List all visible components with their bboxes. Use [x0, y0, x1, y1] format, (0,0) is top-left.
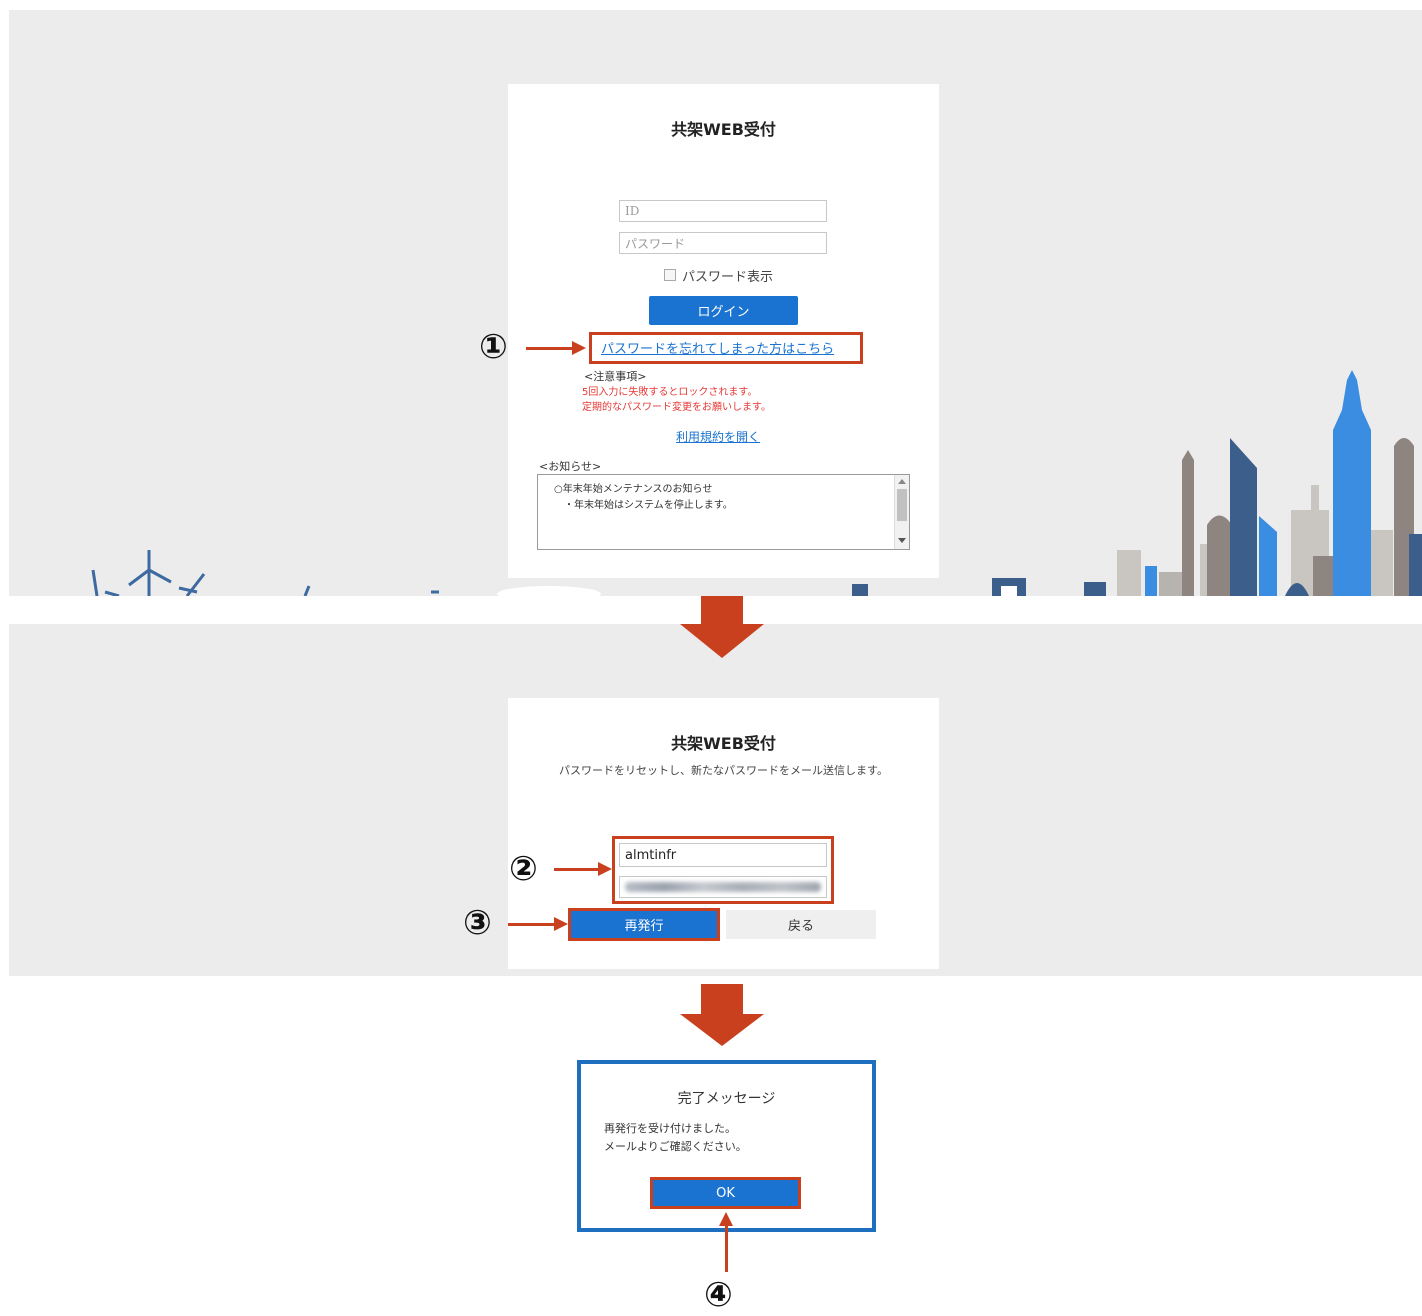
callout-1-arrow-line [526, 347, 574, 350]
callout-3: ③ [463, 903, 492, 943]
flow-arrow-1-join [701, 624, 743, 626]
notice-line-2: ・年末年始はシステムを停止します。 [564, 500, 733, 511]
dialog-message-line-1: 再発行を受け付けました。 [604, 1122, 736, 1135]
notice-line-1: ○年末年始メンテナンスのお知らせ [554, 484, 713, 495]
caution-line-1: 5回入力に失敗するとロックされます。 [582, 387, 758, 398]
caution-line-2: 定期的なパスワード変更をお願いします。 [582, 402, 771, 413]
flow-arrow-1-tip [680, 624, 764, 658]
show-password-checkbox[interactable] [664, 269, 676, 281]
password-field[interactable]: パスワード [619, 232, 827, 254]
callout-2-arrowhead [598, 862, 612, 876]
scroll-up-icon[interactable] [898, 479, 906, 484]
login-button[interactable]: ログイン [649, 296, 798, 325]
terms-link[interactable]: 利用規約を開く [676, 428, 760, 445]
caution-heading: <注意事項> [584, 370, 647, 383]
id-placeholder: ID [625, 204, 640, 218]
back-button[interactable]: 戻る [726, 910, 876, 939]
forgot-password-link[interactable]: パスワードを忘れてしまった方はこちら [601, 338, 851, 357]
blurred-email-value [625, 882, 821, 892]
flow-arrow-2 [680, 984, 764, 1046]
password-placeholder: パスワード [625, 236, 686, 251]
callout-3-arrowhead [554, 917, 568, 931]
scroll-thumb[interactable] [897, 489, 907, 521]
reset-id-value: almtinfr [625, 847, 677, 863]
callout-4: ④ [704, 1275, 733, 1315]
notice-heading: <お知らせ> [539, 460, 602, 473]
callout-3-arrow-line [508, 923, 556, 926]
scroll-down-icon[interactable] [898, 538, 906, 543]
login-title: 共架WEB受付 [671, 120, 776, 139]
callout-1: ① [479, 327, 508, 367]
ok-button[interactable]: OK [653, 1180, 798, 1206]
show-password-label: パスワード表示 [682, 269, 774, 285]
reissue-button[interactable]: 再発行 [571, 911, 717, 938]
id-field[interactable]: ID [619, 200, 827, 222]
dialog-title: 完了メッセージ [677, 1091, 776, 1107]
notice-scrollbar[interactable] [894, 475, 909, 549]
reset-id-field[interactable]: almtinfr [619, 843, 827, 867]
dialog-message-line-2: メールよりご確認ください。 [604, 1140, 747, 1153]
reset-title: 共架WEB受付 [671, 734, 776, 753]
callout-1-arrowhead [572, 341, 586, 355]
reset-description: パスワードをリセットし、新たなパスワードをメール送信します。 [559, 764, 888, 777]
reset-email-field[interactable] [619, 876, 827, 898]
callout-2-arrow-line [554, 868, 600, 871]
show-password-row: パスワード表示 [664, 266, 774, 285]
notice-box: ○年末年始メンテナンスのお知らせ ・年末年始はシステムを停止します。 [537, 474, 910, 550]
callout-4-arrow-line [725, 1224, 728, 1272]
callout-2: ② [509, 849, 538, 889]
